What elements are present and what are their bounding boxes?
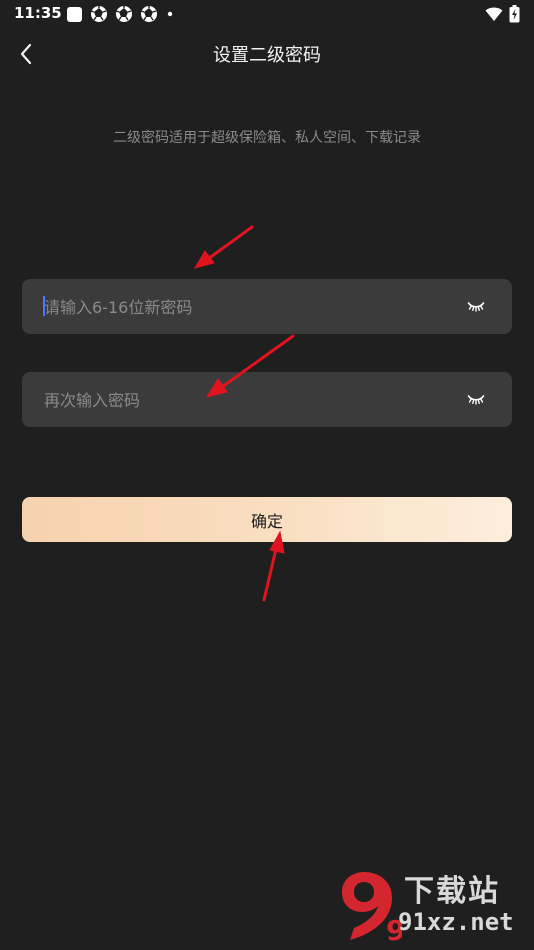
show-confirm-password-toggle[interactable] <box>466 390 486 408</box>
watermark-domain: 91xz.net <box>398 908 514 936</box>
text-cursor <box>43 296 45 316</box>
description-text: 二级密码适用于超级保险箱、私人空间、下载记录 <box>113 130 421 146</box>
dot-icon <box>167 11 173 17</box>
arrow-to-new-password <box>193 225 254 269</box>
square-notification-icon <box>67 6 82 22</box>
status-time: 11:35 <box>14 4 62 22</box>
eye-closed-icon <box>467 302 485 312</box>
watermark-logo-icon: 9 <box>342 872 402 944</box>
system-icons <box>485 5 520 23</box>
navigation-bar: 设置二级密码 <box>0 28 534 80</box>
confirm-button[interactable]: 确定 <box>22 497 512 542</box>
status-bar: 11:35 <box>0 0 534 28</box>
show-password-toggle[interactable] <box>466 297 486 315</box>
watermark: 9 下载站 91xz.net <box>336 866 526 946</box>
confirm-password-input[interactable] <box>42 372 456 429</box>
aperture-icon <box>115 6 132 22</box>
new-password-field[interactable] <box>22 279 512 336</box>
notification-icons <box>66 5 175 23</box>
wifi-icon <box>485 7 503 21</box>
aperture-icon <box>90 6 107 22</box>
arrow-to-confirm-button <box>262 530 285 602</box>
new-password-input[interactable] <box>42 279 456 336</box>
battery-charging-icon <box>509 5 520 23</box>
aperture-icon <box>140 6 157 22</box>
page-title: 设置二级密码 <box>213 45 321 66</box>
watermark-name: 下载站 <box>404 874 500 909</box>
confirm-password-field[interactable] <box>22 372 512 429</box>
eye-closed-icon <box>467 395 485 405</box>
